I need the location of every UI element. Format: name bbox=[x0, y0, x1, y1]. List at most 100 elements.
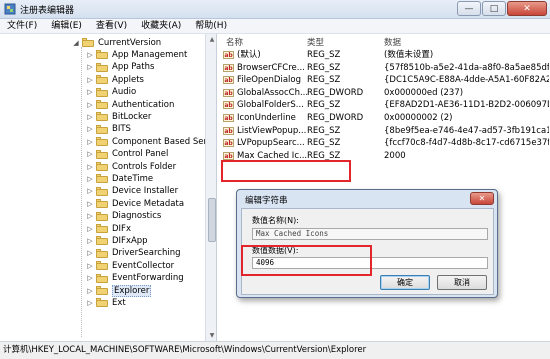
value-type: REG_SZ bbox=[307, 125, 341, 136]
expand-arrow-icon[interactable]: ▷ bbox=[86, 150, 94, 158]
value-name: IconUnderline bbox=[237, 113, 296, 123]
menu-view[interactable]: 查看(V) bbox=[89, 19, 134, 33]
folder-icon bbox=[96, 248, 108, 258]
menu-favorites[interactable]: 收藏夹(A) bbox=[134, 19, 188, 33]
value-row[interactable]: ab GlobalAssocCh... REG_DWORD 0x000000ed (2… bbox=[218, 87, 550, 99]
maximize-icon: □ bbox=[489, 3, 499, 14]
title-bar: 注册表编辑器 — □ ✕ bbox=[0, 0, 550, 19]
value-row[interactable]: ab LVPopupSearc... REG_SZ {fccf70c8-f4d7-4d… bbox=[218, 137, 550, 149]
string-value-icon: ab bbox=[223, 88, 234, 97]
maximize-button[interactable]: □ bbox=[482, 1, 506, 16]
tree-item-diagnostics[interactable]: ▷ Diagnostics bbox=[86, 210, 161, 223]
tree-scrollbar[interactable]: ▲ ▼ bbox=[205, 34, 216, 341]
tree-item-controls-folder[interactable]: ▷ Controls Folder bbox=[86, 160, 176, 173]
tree-item-device-installer[interactable]: ▷ Device Installer bbox=[86, 185, 178, 198]
expand-arrow-icon[interactable]: ▷ bbox=[86, 163, 94, 171]
key-tree-pane: ◢ CurrentVersion ▷ App Management ▷ App Paths… bbox=[0, 34, 217, 341]
tree-item-explorer[interactable]: ▷ Explorer bbox=[86, 284, 152, 297]
expand-arrow-icon[interactable]: ▷ bbox=[86, 101, 94, 109]
value-name: FileOpenDialog bbox=[237, 75, 301, 86]
dialog-close-button[interactable]: ✕ bbox=[470, 192, 494, 205]
scroll-thumb[interactable] bbox=[208, 198, 216, 242]
expand-arrow-icon[interactable]: ▷ bbox=[86, 138, 94, 146]
scroll-up-icon[interactable]: ▲ bbox=[206, 36, 216, 43]
tree-item-bitlocker[interactable]: ▷ BitLocker bbox=[86, 110, 151, 123]
cancel-button[interactable]: 取消 bbox=[437, 275, 487, 290]
expanded-arrow-icon[interactable]: ◢ bbox=[72, 39, 80, 47]
value-row[interactable]: ab BrowserCFCre... REG_SZ {57f8510b-a5e2-41… bbox=[218, 62, 550, 74]
expand-arrow-icon[interactable]: ▷ bbox=[86, 51, 94, 59]
value-type: REG_SZ bbox=[307, 138, 341, 149]
menu-help[interactable]: 帮助(H) bbox=[188, 19, 234, 33]
expand-arrow-icon[interactable]: ▷ bbox=[86, 212, 94, 220]
tree-item-driversearching[interactable]: ▷ DriverSearching bbox=[86, 247, 180, 260]
tree-item-datetime[interactable]: ▷ DateTime bbox=[86, 172, 153, 185]
value-row[interactable]: ab ListViewPopup... REG_SZ {8be9f5ea-e746-4… bbox=[218, 125, 550, 137]
expand-arrow-icon[interactable]: ▷ bbox=[86, 274, 94, 282]
expand-arrow-icon[interactable]: ▷ bbox=[86, 200, 94, 208]
minimize-button[interactable]: — bbox=[457, 1, 481, 16]
tree-item-currentversion[interactable]: ◢ CurrentVersion bbox=[72, 36, 161, 49]
tree-item-app-management[interactable]: ▷ App Management bbox=[86, 48, 187, 61]
tree-item-bits[interactable]: ▷ BITS bbox=[86, 123, 131, 136]
folder-icon bbox=[96, 273, 108, 283]
expand-arrow-icon[interactable]: ▷ bbox=[86, 187, 94, 195]
expand-arrow-icon[interactable]: ▷ bbox=[86, 249, 94, 257]
expand-arrow-icon[interactable]: ▷ bbox=[86, 113, 94, 121]
string-value-icon: ab bbox=[223, 51, 234, 59]
tree-item-label: Device Metadata bbox=[112, 198, 185, 209]
menu-bar: 文件(F) 编辑(E) 查看(V) 收藏夹(A) 帮助(H) bbox=[0, 19, 550, 34]
expand-arrow-icon[interactable]: ▷ bbox=[86, 175, 94, 183]
expand-arrow-icon[interactable]: ▷ bbox=[86, 299, 94, 307]
folder-icon bbox=[96, 199, 108, 209]
value-data: (数值未设置) bbox=[384, 50, 434, 60]
expand-arrow-icon[interactable]: ▷ bbox=[86, 76, 94, 84]
string-value-icon: ab bbox=[223, 63, 234, 72]
value-row[interactable]: ab IconUnderline REG_DWORD 0x00000002 (2) bbox=[218, 112, 550, 124]
value-data: {DC1C5A9C-E88A-4dde-A5A1-60F82A20AE bbox=[384, 75, 549, 86]
column-header-data[interactable]: 数据 bbox=[384, 36, 401, 48]
tree-item-label: Device Installer bbox=[112, 186, 179, 197]
string-value-icon: ab bbox=[223, 114, 234, 122]
folder-icon bbox=[96, 261, 108, 271]
folder-icon bbox=[96, 124, 108, 134]
tree-item-device-metadata[interactable]: ▷ Device Metadata bbox=[86, 197, 184, 210]
tree-item-difxapp[interactable]: ▷ DIFxApp bbox=[86, 234, 147, 247]
tree-item-eventforwarding[interactable]: ▷ EventForwarding bbox=[86, 272, 183, 285]
close-button[interactable]: ✕ bbox=[507, 1, 547, 16]
expand-arrow-icon[interactable]: ▷ bbox=[86, 63, 94, 71]
value-row[interactable]: ab GlobalFolderS... REG_SZ {EF8AD2D1-AE36-1… bbox=[218, 99, 550, 111]
menu-edit[interactable]: 编辑(E) bbox=[44, 19, 89, 33]
value-row[interactable]: ab FileOpenDialog REG_SZ {DC1C5A9C-E88A-4dd… bbox=[218, 74, 550, 86]
tree-item-control-panel[interactable]: ▷ Control Panel bbox=[86, 148, 168, 161]
column-header-name[interactable]: 名称 bbox=[226, 36, 243, 48]
folder-icon bbox=[96, 224, 108, 233]
tree-item-label: DateTime bbox=[112, 173, 154, 184]
expand-arrow-icon[interactable]: ▷ bbox=[86, 88, 94, 96]
tree-item-app-paths[interactable]: ▷ App Paths bbox=[86, 61, 154, 74]
tree-item-audio[interactable]: ▷ Audio bbox=[86, 86, 136, 99]
expand-arrow-icon[interactable]: ▷ bbox=[86, 225, 94, 233]
tree-item-eventcollector[interactable]: ▷ EventCollector bbox=[86, 259, 174, 272]
expand-arrow-icon[interactable]: ▷ bbox=[86, 237, 94, 245]
tree-item-component-based-servic[interactable]: ▷ Component Based Servic bbox=[86, 135, 216, 148]
folder-icon bbox=[96, 149, 108, 159]
scroll-down-icon[interactable]: ▼ bbox=[206, 332, 216, 339]
expand-arrow-icon[interactable]: ▷ bbox=[86, 287, 94, 295]
tree-item-ext[interactable]: ▷ Ext bbox=[86, 296, 125, 309]
menu-file[interactable]: 文件(F) bbox=[0, 19, 44, 33]
column-header-type[interactable]: 类型 bbox=[307, 36, 324, 48]
tree-item-authentication[interactable]: ▷ Authentication bbox=[86, 98, 174, 111]
tree-item-applets[interactable]: ▷ Applets bbox=[86, 73, 144, 86]
tree-item-difx[interactable]: ▷ DIFx bbox=[86, 222, 131, 235]
value-data: {57f8510b-a5e2-41da-a8f0-8a5ae85dfffd} bbox=[384, 62, 549, 73]
value-row[interactable]: ab (默认) REG_SZ (数值未设置) bbox=[218, 49, 550, 61]
ok-button[interactable]: 确定 bbox=[380, 275, 430, 290]
folder-icon bbox=[96, 174, 108, 184]
expand-arrow-icon[interactable]: ▷ bbox=[86, 262, 94, 270]
tree-item-label: BITS bbox=[112, 124, 131, 135]
folder-icon bbox=[96, 286, 108, 295]
expand-arrow-icon[interactable]: ▷ bbox=[86, 125, 94, 133]
string-value-icon: ab bbox=[223, 101, 234, 110]
value-type: REG_DWORD bbox=[307, 113, 364, 123]
